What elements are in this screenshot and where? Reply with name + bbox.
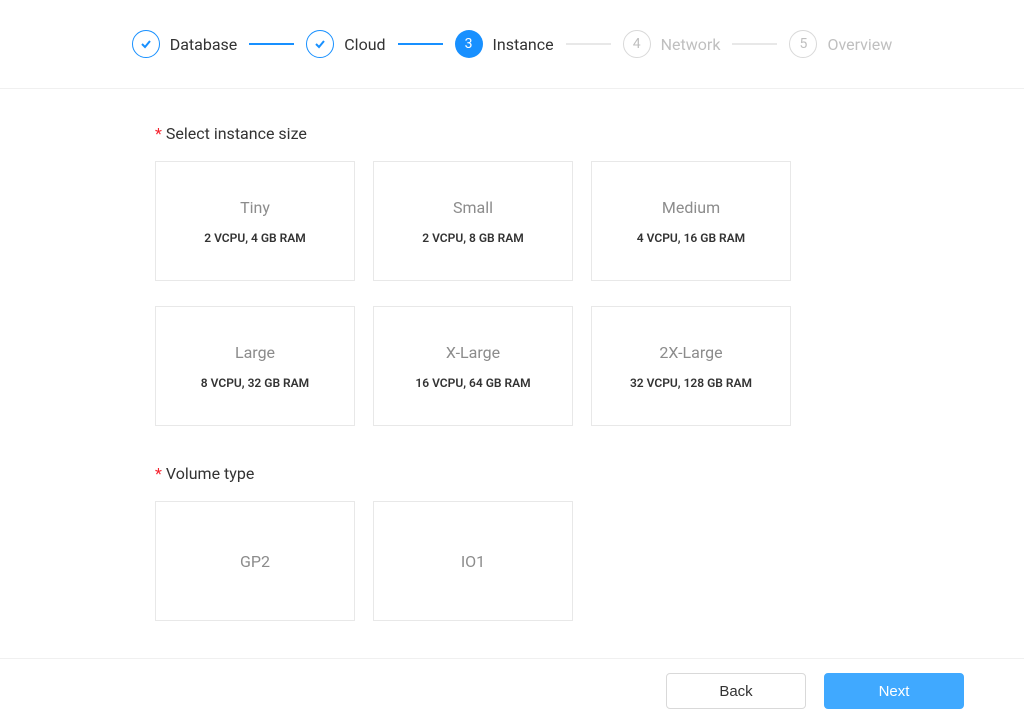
step-number: 3 [455,30,483,58]
card-spec: 32 VCPU, 128 GB RAM [630,376,752,390]
instance-size-grid: Tiny 2 VCPU, 4 GB RAM Small 2 VCPU, 8 GB… [155,161,869,426]
volume-type-grid: GP2 IO1 [155,501,869,621]
card-title: 2X-Large [659,343,722,362]
card-title: Small [453,198,493,217]
card-spec: 8 VCPU, 32 GB RAM [201,376,309,390]
instance-size-option-tiny[interactable]: Tiny 2 VCPU, 4 GB RAM [155,161,355,281]
volume-type-label: *Volume type [155,464,869,483]
instance-size-option-xlarge[interactable]: X-Large 16 VCPU, 64 GB RAM [373,306,573,426]
instance-size-option-2xlarge[interactable]: 2X-Large 32 VCPU, 128 GB RAM [591,306,791,426]
back-button[interactable]: Back [666,673,806,709]
required-asterisk: * [155,124,162,143]
instance-size-option-large[interactable]: Large 8 VCPU, 32 GB RAM [155,306,355,426]
card-spec: 2 VCPU, 8 GB RAM [422,231,524,245]
step-label: Overview [827,35,892,54]
required-asterisk: * [155,464,162,483]
step-database[interactable]: Database [132,30,238,58]
step-label: Cloud [344,35,385,54]
step-connector [398,43,443,45]
step-instance[interactable]: 3 Instance [455,30,554,58]
step-cloud[interactable]: Cloud [306,30,385,58]
step-label: Instance [493,35,554,54]
wizard-stepper: Database Cloud 3 Instance 4 Network 5 Ov… [0,0,1024,89]
step-label: Database [170,35,238,54]
card-spec: 16 VCPU, 64 GB RAM [415,376,530,390]
section-label-text: Volume type [166,464,254,483]
instance-size-label: *Select instance size [155,124,869,143]
step-connector [249,43,294,45]
next-button[interactable]: Next [824,673,964,709]
card-spec: 4 VCPU, 16 GB RAM [637,231,745,245]
card-title: GP2 [240,552,270,571]
volume-type-option-gp2[interactable]: GP2 [155,501,355,621]
step-connector [732,43,777,45]
card-title: X-Large [446,343,500,362]
step-number: 5 [789,30,817,58]
instance-size-option-medium[interactable]: Medium 4 VCPU, 16 GB RAM [591,161,791,281]
card-title: Tiny [240,198,270,217]
section-label-text: Select instance size [166,124,307,143]
volume-type-option-io1[interactable]: IO1 [373,501,573,621]
main-content: *Select instance size Tiny 2 VCPU, 4 GB … [0,89,1024,621]
step-number: 4 [623,30,651,58]
instance-size-option-small[interactable]: Small 2 VCPU, 8 GB RAM [373,161,573,281]
step-label: Network [661,35,721,54]
check-icon [132,30,160,58]
step-connector [566,43,611,45]
check-icon [306,30,334,58]
card-title: IO1 [461,552,485,571]
step-network[interactable]: 4 Network [623,30,721,58]
step-overview[interactable]: 5 Overview [789,30,892,58]
card-title: Large [235,343,275,362]
card-spec: 2 VCPU, 4 GB RAM [204,231,306,245]
wizard-footer: Back Next [0,658,1024,723]
card-title: Medium [662,198,720,217]
